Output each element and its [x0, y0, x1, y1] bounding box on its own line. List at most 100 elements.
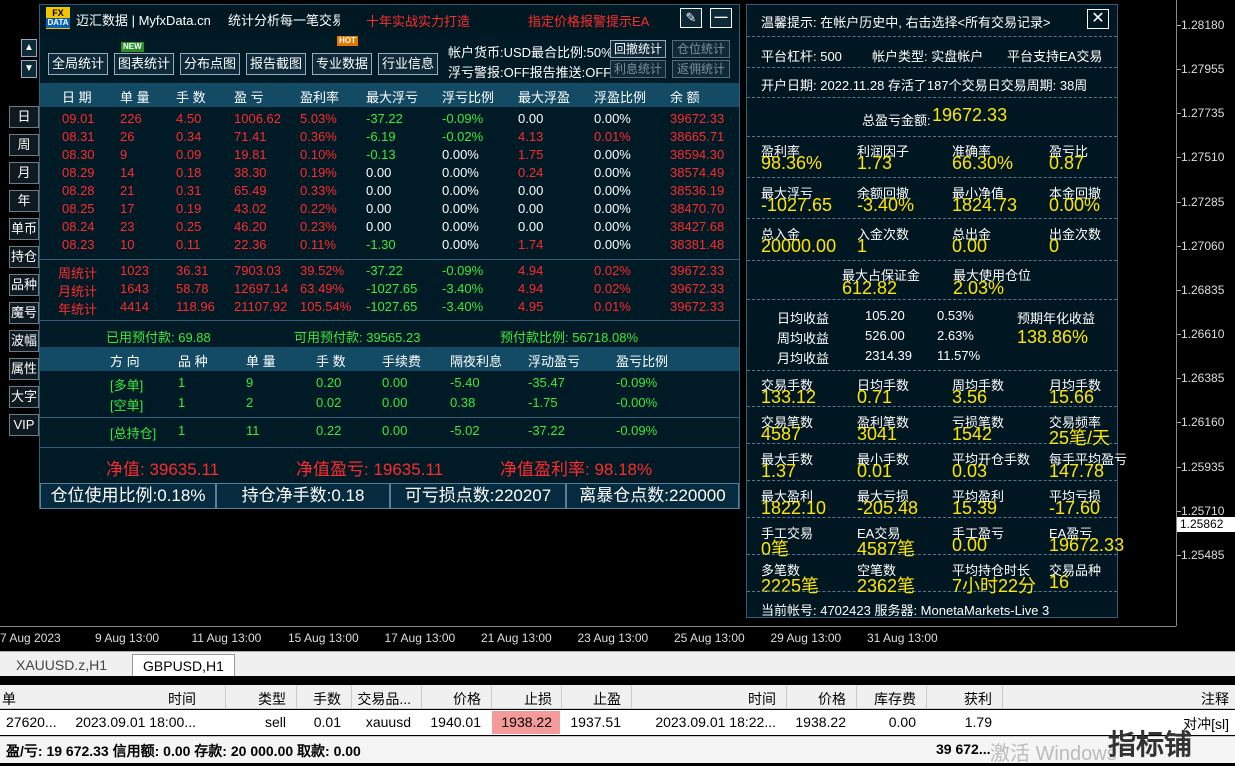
table-cell: 08.23 — [62, 237, 95, 252]
table-header: 日 期 单 量 手 数 盈 亏 盈利率 最大浮亏 浮亏比例 最大浮盈 浮盈比例 余 额 — [40, 83, 739, 107]
side-button-0[interactable]: 日 — [9, 106, 39, 128]
stat-value: 0.87 — [1049, 153, 1085, 173]
column-separator — [225, 685, 226, 709]
weekly-avg-label: 周均收益 — [777, 331, 830, 346]
column-header: 品 种 — [178, 354, 208, 369]
side-button-8[interactable]: 波幅 — [9, 330, 39, 352]
table-cell: 0.10% — [300, 147, 337, 162]
side-button-1[interactable]: 周 — [9, 134, 39, 156]
edit-icon[interactable]: ✎ — [680, 8, 702, 28]
column-header: 浮盈比例 — [594, 90, 647, 105]
table-cell: 0.01% — [594, 299, 631, 314]
table-row[interactable]: 08.25 17 0.19 43.02 0.22% 0.00 0.00% 0.00 0.00% 3… — [40, 201, 739, 219]
divider — [40, 417, 739, 418]
withdraw-stats-button[interactable]: 回撤统计 — [610, 40, 666, 58]
column-header: 浮亏比例 — [442, 90, 495, 105]
side-button-3[interactable]: 年 — [9, 190, 39, 212]
table-cell: 0.00 — [382, 375, 408, 390]
table-cell: [多单] — [110, 378, 144, 393]
column-header: 手 数 — [176, 90, 206, 105]
stat-value: 0.01 — [857, 461, 893, 481]
table-cell: -35.47 — [528, 375, 565, 390]
hot-tag: HOT — [337, 36, 358, 46]
toolbar-button-4[interactable]: 专业数据 — [312, 53, 372, 75]
column-header[interactable]: 手数 — [313, 689, 341, 709]
position-row[interactable]: [总持仓] 1 11 0.22 0.00 -5.02 -37.22 -0.09% — [40, 423, 739, 441]
account-type: 帐户类型: 实盘帐户 — [872, 49, 984, 64]
side-button-5[interactable]: 持仓 — [9, 246, 39, 268]
table-cell: -0.09% — [616, 375, 658, 390]
table-row[interactable]: 08.31 26 0.34 71.41 0.36% -6.19 -0.02% 4.13 0.01… — [40, 129, 739, 147]
side-button-2[interactable]: 月 — [9, 162, 39, 184]
side-button-9[interactable]: 属性 — [9, 358, 39, 380]
column-header[interactable]: 价格 — [818, 689, 846, 709]
column-header[interactable]: 时间 — [168, 689, 196, 709]
table-cell: -0.00% — [616, 395, 658, 410]
position-stats-button[interactable]: 仓位统计 — [672, 40, 730, 58]
chart-tab-1[interactable]: GBPUSD,H1 — [132, 654, 235, 676]
toolbar-button-0[interactable]: 全局统计 — [48, 53, 108, 75]
minimize-icon[interactable]: — — [710, 8, 732, 28]
column-header[interactable]: 交易品... — [357, 689, 411, 709]
table-row[interactable]: 08.28 21 0.31 65.49 0.33% 0.00 0.00% 0.00 0.00% 3… — [40, 183, 739, 201]
column-header[interactable]: 类型 — [258, 689, 286, 709]
table-cell: xauusd — [365, 714, 411, 730]
chart-tab-0[interactable]: XAUUSD.z,H1 — [6, 654, 117, 676]
stat-value: 25笔/天 — [1049, 428, 1111, 448]
table-cell: 0.00 — [366, 219, 392, 234]
column-header[interactable]: 获利 — [964, 689, 992, 709]
table-row[interactable]: 09.01 226 4.50 1006.62 5.03% -37.22 -0.09% 0.00… — [40, 111, 739, 129]
stat-value: 1.37 — [761, 461, 797, 481]
rebate-stats-button[interactable]: 返佣统计 — [672, 60, 730, 78]
scroll-down-icon[interactable]: ▼ — [21, 60, 37, 78]
table-row[interactable]: 08.23 10 0.11 22.36 0.11% -1.30 0.00% 1.74 0.00%… — [40, 237, 739, 255]
column-header[interactable]: 价格 — [453, 689, 481, 709]
price-label: 1.27060 — [1181, 238, 1225, 253]
position-row[interactable]: [空单] 1 2 0.02 0.00 0.38 -1.75 -0.00% — [40, 395, 739, 413]
table-cell: 4414 — [120, 299, 149, 314]
table-row[interactable]: 08.29 14 0.18 38.30 0.19% 0.00 0.00% 0.24 0.00% 3… — [40, 165, 739, 183]
toolbar-button-2[interactable]: 分布点图 — [180, 53, 240, 75]
table-row[interactable]: 27620... 2023.09.01 18:00... sell 0.01 xauus… — [0, 710, 1235, 735]
column-header[interactable]: 止盈 — [593, 689, 621, 709]
interest-stats-button[interactable]: 利息统计 — [610, 60, 666, 78]
table-cell: 0.00% — [442, 147, 479, 162]
position-row[interactable]: [多单] 1 9 0.20 0.00 -5.40 -35.47 -0.09% — [40, 375, 739, 393]
table-cell: 17 — [120, 201, 135, 216]
stat-value: 3041 — [857, 424, 898, 444]
side-button-4[interactable]: 单币 — [9, 218, 39, 240]
scroll-up-icon[interactable]: ▲ — [21, 39, 37, 57]
table-row[interactable]: 08.30 9 0.09 19.81 0.10% -0.13 0.00% 1.75 0.00% 3… — [40, 147, 739, 165]
table-cell: 2023.09.01 18:22... — [655, 714, 776, 730]
current-price: 1.25862 — [1177, 517, 1235, 532]
table-cell: -37.22 — [366, 111, 403, 126]
toolbar-button-3[interactable]: 报告截图 — [246, 53, 306, 75]
column-header[interactable]: 止损 — [524, 689, 552, 709]
total-profit-status: 39 672... — [936, 741, 991, 757]
annual-value: 138.86% — [1017, 327, 1089, 347]
close-icon[interactable]: ✕ — [1087, 9, 1109, 29]
table-cell: 0.00% — [442, 237, 479, 252]
table-cell: 0.00% — [594, 201, 631, 216]
side-button-6[interactable]: 品种 — [9, 274, 39, 296]
table-cell: 0.00% — [594, 111, 631, 126]
toolbar-button-5[interactable]: 行业信息 — [378, 53, 438, 75]
stat-value: -3.40% — [857, 194, 915, 215]
side-button-7[interactable]: 魔号 — [9, 302, 39, 324]
alert-ea-link[interactable]: 指定价格报警提示EA — [528, 11, 649, 30]
table-row[interactable]: 08.24 23 0.25 46.20 0.23% 0.00 0.00% 0.00 0.00% 3… — [40, 219, 739, 237]
toolbar-button-1[interactable]: 图表统计 — [114, 53, 174, 75]
stat-value: 2225笔 — [761, 576, 820, 596]
column-header[interactable]: 时间 — [748, 689, 776, 709]
time-label: 23 Aug 13:00 — [577, 631, 649, 645]
column-header[interactable]: 注释 — [1201, 689, 1229, 709]
side-button-11[interactable]: VIP — [9, 414, 39, 436]
table-cell: -1.75 — [528, 395, 558, 410]
table-cell: 2 — [246, 395, 254, 410]
stat-value: 147.78 — [1049, 461, 1105, 481]
column-header[interactable]: 单 — [2, 689, 16, 709]
column-header[interactable]: 库存费 — [874, 689, 916, 709]
side-button-10[interactable]: 大字 — [9, 386, 39, 408]
table-cell: 1 — [178, 395, 186, 410]
table-cell: 46.20 — [234, 219, 267, 234]
